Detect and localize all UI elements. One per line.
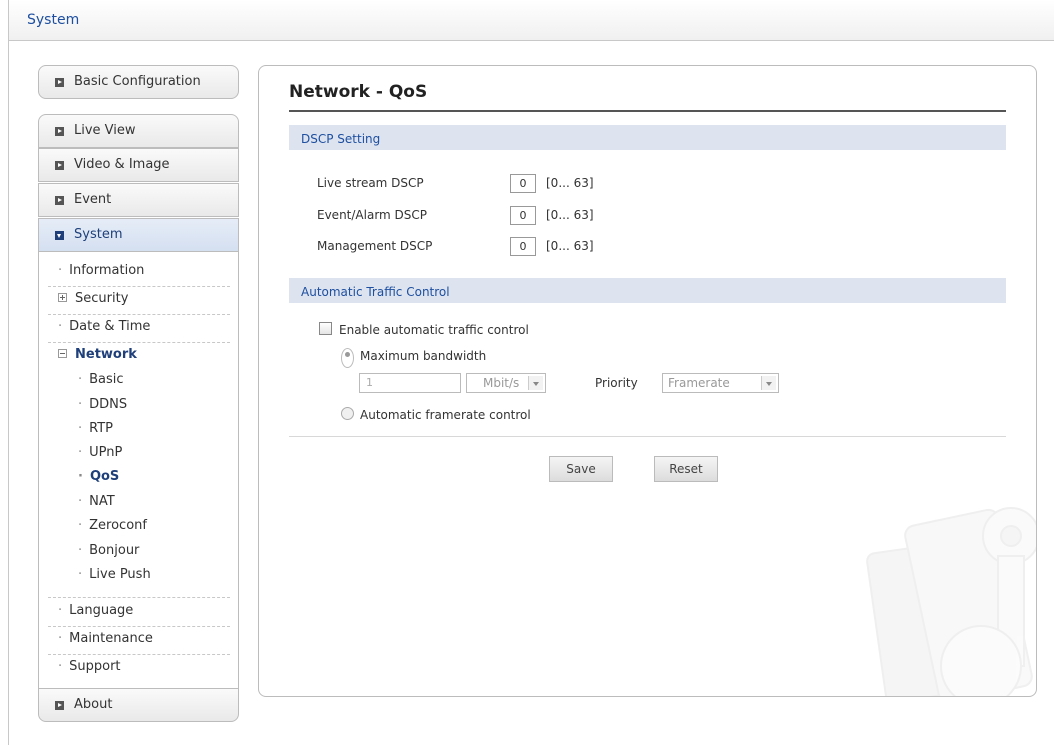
sidebar-subitem-rtp[interactable]: · RTP [78, 421, 113, 436]
enable-traffic-control-label: Enable automatic traffic control [339, 323, 529, 337]
sidebar-item-security[interactable]: Security [58, 291, 128, 306]
nav-video-image[interactable]: Video & Image [38, 148, 239, 182]
sidebar-subitem-bonjour[interactable]: · Bonjour [78, 543, 139, 558]
title-rule [289, 110, 1006, 112]
expand-arrow-icon [55, 701, 64, 710]
page-title: Network - QoS [289, 82, 428, 102]
nav-event[interactable]: Event [38, 183, 239, 217]
sidebar-subitem-nat[interactable]: · NAT [78, 494, 115, 509]
dscp-range-hint: [0... 63] [546, 176, 594, 190]
nav-basic-configuration[interactable]: Basic Configuration [38, 65, 239, 99]
enable-traffic-control-checkbox[interactable] [319, 322, 332, 335]
reset-button[interactable]: Reset [654, 456, 718, 482]
expand-arrow-icon [55, 196, 64, 205]
auto-framerate-radio[interactable] [341, 407, 354, 420]
sidebar-subitem-zeroconf[interactable]: · Zeroconf [78, 518, 147, 533]
sidebar-item-information[interactable]: · Information [58, 263, 144, 278]
camera-watermark-icon [866, 507, 1036, 696]
sidebar-subitem-qos[interactable]: · QoS [78, 469, 119, 484]
dscp-range-hint: [0... 63] [546, 208, 594, 222]
sidebar-subitem-live-push[interactable]: · Live Push [78, 567, 151, 582]
sidebar-item-maintenance[interactable]: · Maintenance [58, 631, 153, 646]
live-stream-dscp-label: Live stream DSCP [317, 176, 424, 190]
nav-label: Basic Configuration [74, 74, 201, 89]
chevron-down-icon [528, 376, 543, 390]
divider [48, 597, 230, 598]
expand-arrow-icon [55, 161, 64, 170]
collapse-arrow-icon [55, 231, 64, 240]
live-stream-dscp-input[interactable]: 0 [510, 174, 536, 193]
divider [48, 314, 230, 315]
divider [48, 654, 230, 655]
bandwidth-input[interactable]: 1 [359, 373, 461, 393]
left-divider [8, 41, 9, 745]
divider [48, 626, 230, 627]
content-panel: Network - QoS DSCP Setting Live stream D… [258, 65, 1037, 697]
bandwidth-unit-select[interactable]: Mbit/s [466, 373, 546, 393]
expand-plus-icon[interactable] [58, 293, 67, 302]
chevron-down-icon [761, 376, 776, 390]
nav-system[interactable]: System [38, 218, 239, 252]
bandwidth-unit-value: Mbit/s [483, 376, 520, 390]
top-header-bar: System [8, 0, 1054, 41]
divider [289, 436, 1006, 437]
nav-live-view[interactable]: Live View [38, 114, 239, 148]
nav-label: System [74, 227, 123, 242]
management-dscp-input[interactable]: 0 [510, 237, 536, 256]
divider [48, 342, 230, 343]
nav-label: About [74, 697, 113, 712]
auto-framerate-label: Automatic framerate control [360, 408, 531, 422]
collapse-minus-icon[interactable] [58, 349, 67, 358]
sidebar-item-support[interactable]: · Support [58, 659, 121, 674]
header-title: System [27, 12, 80, 28]
priority-select[interactable]: Framerate [662, 373, 779, 393]
priority-value: Framerate [668, 376, 730, 390]
nav-about[interactable]: About [38, 688, 239, 722]
nav-label: Event [74, 192, 112, 207]
divider [48, 286, 230, 287]
section-header-traffic-control: Automatic Traffic Control [289, 278, 1006, 303]
system-submenu [38, 252, 239, 688]
section-header-dscp: DSCP Setting [289, 125, 1006, 150]
sidebar-item-network[interactable]: Network [58, 347, 137, 362]
sidebar-subitem-upnp[interactable]: · UPnP [78, 445, 122, 460]
expand-arrow-icon [55, 78, 64, 87]
expand-arrow-icon [55, 127, 64, 136]
event-alarm-dscp-label: Event/Alarm DSCP [317, 208, 428, 222]
save-button[interactable]: Save [549, 456, 613, 482]
management-dscp-label: Management DSCP [317, 239, 433, 253]
priority-label: Priority [595, 376, 638, 390]
sidebar-subitem-ddns[interactable]: · DDNS [78, 397, 127, 412]
nav-label: Video & Image [74, 157, 170, 172]
sidebar-subitem-basic[interactable]: · Basic [78, 372, 124, 387]
dscp-range-hint: [0... 63] [546, 239, 594, 253]
sidebar-item-date-time[interactable]: · Date & Time [58, 319, 150, 334]
event-alarm-dscp-input[interactable]: 0 [510, 206, 536, 225]
sidebar-item-language[interactable]: · Language [58, 603, 133, 618]
nav-label: Live View [74, 123, 136, 138]
max-bandwidth-label: Maximum bandwidth [360, 349, 487, 363]
max-bandwidth-radio[interactable] [341, 348, 354, 368]
